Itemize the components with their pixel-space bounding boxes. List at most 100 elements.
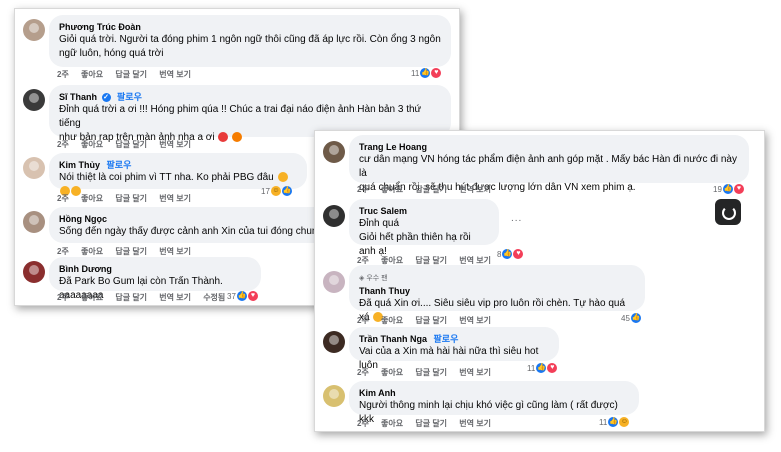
reply-button[interactable]: 답글 달기 — [115, 70, 147, 79]
reaction-count[interactable]: 17 ☺ 👍 — [261, 186, 292, 196]
commenter-name[interactable]: Kim Thủy — [59, 160, 100, 170]
like-icon: 👍 — [236, 291, 247, 301]
like-icon: 👍 — [420, 68, 431, 78]
like-button[interactable]: 좋아요 — [381, 419, 403, 428]
commenter-name[interactable]: Truc Salem — [359, 206, 407, 216]
translate-button[interactable]: 번역 보기 — [459, 368, 491, 377]
like-icon: 👍 — [502, 249, 513, 259]
avatar[interactable] — [23, 89, 45, 111]
edited-label: 수정됨 — [203, 293, 226, 302]
reply-button[interactable]: 답글 달기 — [415, 368, 447, 377]
like-button[interactable]: 좋아요 — [81, 70, 103, 79]
comment-bubble: Kim Thủy 팔로우 Nói thiệt là coi phim vì TT… — [49, 153, 307, 197]
avatar[interactable] — [323, 385, 345, 407]
commenter-name[interactable]: Bình Dương — [59, 264, 112, 274]
like-button[interactable]: 좋아요 — [381, 368, 403, 377]
avatar[interactable] — [323, 271, 345, 293]
like-button[interactable]: 좋아요 — [81, 140, 103, 149]
comment-actions: 2주 좋아요 답글 달기 번역 보기 — [57, 69, 201, 80]
reaction-count[interactable]: 19 👍 ♥ — [713, 184, 744, 194]
comment-actions: 2주 좋아요 답글 달기 번역 보기 — [357, 184, 501, 195]
comment-text: Đỉnh quá — [359, 218, 400, 229]
fire-emoji-icon — [232, 132, 243, 143]
follow-button[interactable]: 팔로우 — [434, 334, 459, 344]
translate-button[interactable]: 번역 보기 — [459, 419, 491, 428]
avatar[interactable] — [23, 19, 45, 41]
comment-text: cư dân mạng VN hóng tác phẩm điện ảnh an… — [359, 154, 737, 179]
avatar[interactable] — [323, 141, 345, 163]
like-icon: 👍 — [536, 363, 547, 373]
reply-button[interactable]: 답글 달기 — [415, 256, 447, 265]
haha-icon: ☺ — [270, 186, 281, 196]
like-button[interactable]: 좋아요 — [381, 316, 403, 325]
commenter-name[interactable]: Phương Trúc Đoàn — [59, 22, 141, 32]
avatar[interactable] — [23, 157, 45, 179]
like-button[interactable]: 좋아요 — [81, 247, 103, 256]
translate-button[interactable]: 번역 보기 — [459, 185, 491, 194]
like-icon: 👍 — [722, 184, 733, 194]
verified-badge-icon: ✓ — [101, 93, 111, 103]
like-button[interactable]: 좋아요 — [81, 194, 103, 203]
comment-bubble: Phương Trúc Đoàn Giỏi quá trời. Người ta… — [49, 15, 451, 67]
like-button[interactable]: 좋아요 — [81, 293, 103, 302]
commenter-name[interactable]: Thanh Thuy — [359, 286, 410, 296]
timestamp[interactable]: 2주 — [357, 185, 369, 194]
avatar[interactable] — [23, 211, 45, 233]
timestamp[interactable]: 2주 — [357, 368, 369, 377]
comment-bubble: ◈ 우수 팬 Thanh Thuy Đã quá Xin ơi.... Siêu… — [349, 265, 645, 323]
reply-button[interactable]: 답글 달기 — [415, 185, 447, 194]
comments-panel-right: Trang Le Hoang cư dân mạng VN hóng tác p… — [314, 130, 765, 432]
comment-actions: 2주 좋아요 답글 달기 번역 보기 — [357, 367, 501, 378]
timestamp[interactable]: 2주 — [357, 419, 369, 428]
avatar[interactable] — [23, 261, 45, 283]
avatar[interactable] — [323, 331, 345, 353]
commenter-name[interactable]: Trang Le Hoang — [359, 142, 427, 152]
reaction-count[interactable]: 11 👍 ☺ — [599, 417, 630, 427]
comment-actions: 2주 좋아요 답글 달기 번역 보기 — [57, 193, 201, 204]
like-button[interactable]: 좋아요 — [381, 185, 403, 194]
reaction-count[interactable]: 37 👍 ♥ — [227, 291, 258, 301]
timestamp[interactable]: 2주 — [357, 316, 369, 325]
timestamp[interactable]: 2주 — [57, 70, 69, 79]
translate-button[interactable]: 번역 보기 — [159, 140, 191, 149]
laughing-emoji-icon — [277, 172, 288, 183]
comment-actions: 2주 좋아요 답글 달기 번역 보기 — [57, 246, 201, 257]
follow-button[interactable]: 팔로우 — [117, 92, 142, 102]
follow-button[interactable]: 팔로우 — [107, 160, 132, 170]
translate-button[interactable]: 번역 보기 — [159, 194, 191, 203]
timestamp[interactable]: 2주 — [357, 256, 369, 265]
comment-bubble: Trang Le Hoang cư dân mạng VN hóng tác p… — [349, 135, 749, 193]
comment-text: Giỏi quá trời. Người ta đóng phim 1 ngôn… — [59, 34, 441, 45]
comment-bubble: Trần Thanh Nga 팔로우 Vai của a Xin mà hài … — [349, 327, 559, 371]
commenter-name[interactable]: Kim Anh — [359, 388, 396, 398]
translate-button[interactable]: 번역 보기 — [459, 316, 491, 325]
reply-button[interactable]: 답글 달기 — [115, 140, 147, 149]
timestamp[interactable]: 2주 — [57, 293, 69, 302]
reply-button[interactable]: 답글 달기 — [415, 316, 447, 325]
comment-actions: 2주 좋아요 답글 달기 번역 보기 수정됨 — [57, 292, 235, 303]
translate-button[interactable]: 번역 보기 — [159, 70, 191, 79]
reply-button[interactable]: 답글 달기 — [115, 247, 147, 256]
translate-button[interactable]: 번역 보기 — [159, 247, 191, 256]
reaction-count[interactable]: 11 👍 ♥ — [527, 363, 558, 373]
more-options-icon[interactable]: ... — [511, 213, 522, 224]
reaction-count[interactable]: 45 👍 — [621, 313, 641, 323]
comment-bubble: Truc Salem Đỉnh quá Giỏi hết phần thiên … — [349, 199, 499, 257]
avatar[interactable] — [323, 205, 345, 227]
commenter-name[interactable]: Sĩ Thanh — [59, 92, 97, 102]
like-button[interactable]: 좋아요 — [381, 256, 403, 265]
translate-button[interactable]: 번역 보기 — [459, 256, 491, 265]
commenter-name[interactable]: Trần Thanh Nga — [359, 334, 427, 344]
love-icon: ♥ — [431, 68, 442, 78]
timestamp[interactable]: 2주 — [57, 140, 69, 149]
timestamp[interactable]: 2주 — [57, 247, 69, 256]
timestamp[interactable]: 2주 — [57, 194, 69, 203]
commenter-name[interactable]: Hồng Ngọc — [59, 214, 107, 224]
reaction-count[interactable]: 8 👍 ♥ — [497, 249, 524, 259]
reply-button[interactable]: 답글 달기 — [115, 293, 147, 302]
reaction-count[interactable]: 11 👍 ♥ — [411, 68, 442, 78]
love-icon: ♥ — [513, 249, 524, 259]
reply-button[interactable]: 답글 달기 — [415, 419, 447, 428]
reply-button[interactable]: 답글 달기 — [115, 194, 147, 203]
translate-button[interactable]: 번역 보기 — [159, 293, 191, 302]
